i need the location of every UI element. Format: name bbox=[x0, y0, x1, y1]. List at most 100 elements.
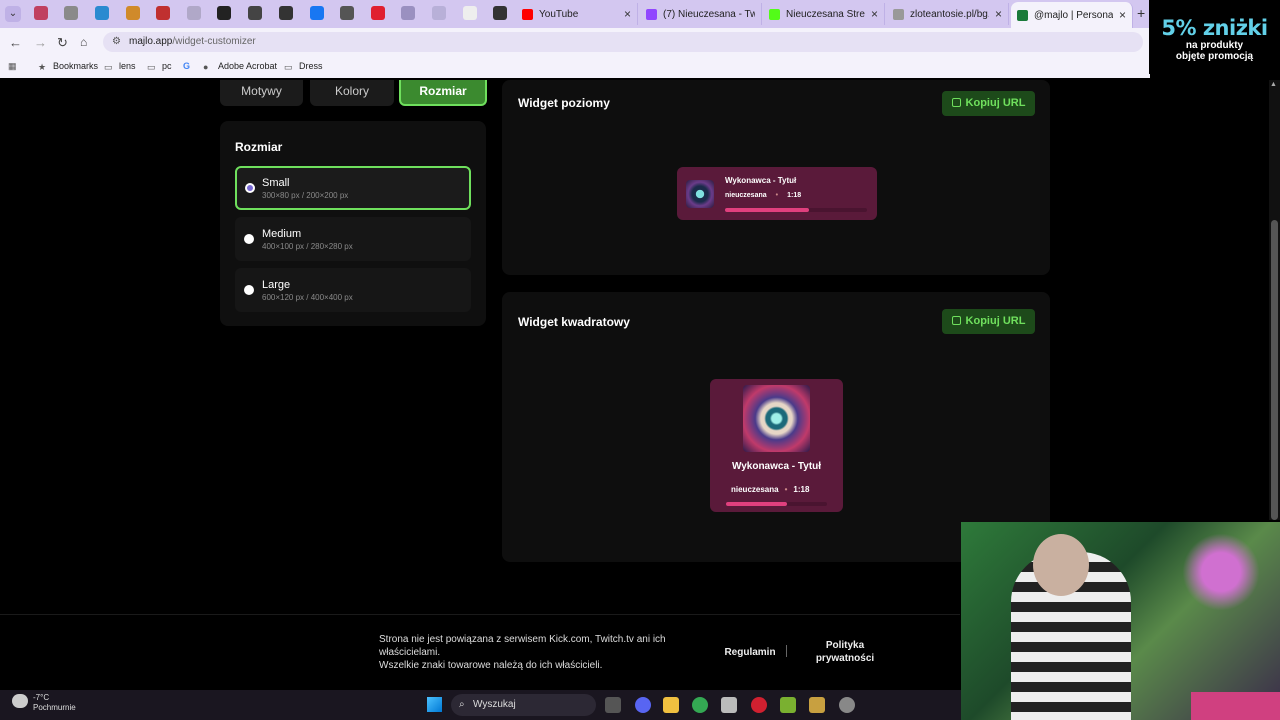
pinned-tab[interactable] bbox=[64, 6, 78, 20]
pinned-tab[interactable] bbox=[340, 6, 354, 20]
bookmark-item[interactable]: ▭ Dress bbox=[284, 61, 323, 72]
pinned-tab[interactable] bbox=[34, 6, 48, 20]
size-option-label: Medium bbox=[262, 228, 302, 240]
pinned-tab[interactable] bbox=[156, 6, 170, 20]
artist-name: nieuczesana bbox=[731, 485, 779, 494]
privacy-link-line: Polityka bbox=[825, 640, 865, 651]
close-tab-icon[interactable]: × bbox=[624, 7, 631, 21]
pinned-tab[interactable] bbox=[126, 6, 140, 20]
bookmark-item[interactable]: ● Adobe Acrobat bbox=[203, 61, 278, 72]
size-option-large[interactable]: Large 600×120 px / 400×400 px bbox=[235, 268, 471, 312]
square-widget-title: Widget kwadratowy bbox=[518, 315, 630, 329]
apps-grid-icon[interactable]: ▦ bbox=[8, 61, 23, 71]
size-option-dims: 400×100 px / 280×280 px bbox=[262, 242, 353, 251]
bookmark-label: Adobe Acrobat bbox=[218, 61, 278, 71]
reload-icon[interactable]: ↻ bbox=[57, 35, 68, 51]
promo-overlay: 5% zniżki na produkty objęte promocją bbox=[1149, 0, 1280, 74]
size-option-label: Small bbox=[262, 177, 290, 189]
discord-icon[interactable] bbox=[635, 697, 651, 713]
terms-link[interactable]: Regulamin bbox=[722, 646, 778, 659]
tab-rozmiar[interactable]: Rozmiar bbox=[399, 80, 487, 106]
pinned-tab[interactable] bbox=[493, 6, 507, 20]
track-time: 1:18 bbox=[787, 192, 802, 199]
site-info-icon[interactable]: ⚙ bbox=[112, 32, 121, 52]
streamer-head bbox=[1033, 534, 1089, 596]
page-scrollbar[interactable] bbox=[1269, 80, 1280, 520]
pinned-tab[interactable] bbox=[463, 6, 477, 20]
twitch-icon bbox=[646, 8, 657, 20]
scroll-up-icon[interactable]: ▲ bbox=[1270, 81, 1277, 88]
pinned-tab[interactable] bbox=[248, 6, 262, 20]
chrome-icon[interactable] bbox=[692, 697, 708, 713]
pinned-tab[interactable] bbox=[279, 6, 293, 20]
home-icon[interactable]: ⌂ bbox=[80, 35, 87, 49]
windows-start-icon[interactable] bbox=[427, 697, 442, 712]
pinned-tab[interactable] bbox=[187, 6, 201, 20]
separator-dot-icon: • bbox=[775, 192, 779, 199]
new-tab-button[interactable]: + bbox=[1137, 5, 1145, 21]
pinned-tab[interactable] bbox=[310, 6, 324, 20]
pinned-tab[interactable] bbox=[95, 6, 109, 20]
obs-icon[interactable] bbox=[839, 697, 855, 713]
tab-motywy[interactable]: Motywy bbox=[220, 80, 303, 106]
bookmark-item[interactable]: ★ Bookmarks bbox=[38, 61, 98, 72]
pinned-tab[interactable] bbox=[217, 6, 231, 20]
track-meta: nieuczesana • 1:18 bbox=[731, 485, 809, 494]
pinned-tab[interactable] bbox=[401, 6, 415, 20]
acrobat-icon: ● bbox=[203, 61, 209, 72]
tab-youtube[interactable]: YouTube × bbox=[516, 3, 638, 25]
pinned-tab[interactable] bbox=[432, 6, 446, 20]
star-icon: ★ bbox=[38, 61, 47, 72]
url-field[interactable]: ⚙ majlo.app/widget-customizer bbox=[103, 32, 1143, 52]
close-tab-icon[interactable]: × bbox=[1119, 8, 1126, 22]
forward-arrow-icon[interactable]: → bbox=[34, 35, 47, 50]
copy-url-button[interactable]: Kopiuj URL bbox=[942, 309, 1035, 334]
square-widget-preview: Wykonawca - Tytuł nieuczesana • 1:18 bbox=[710, 379, 843, 512]
pinned-tab[interactable] bbox=[371, 6, 385, 20]
radio-unselected[interactable] bbox=[244, 285, 254, 295]
progress-fill bbox=[725, 208, 809, 212]
size-option-medium[interactable]: Medium 400×100 px / 280×280 px bbox=[235, 217, 471, 261]
bookmark-item[interactable]: ▭ lens bbox=[104, 61, 136, 72]
tab-search-button[interactable]: ⌄ bbox=[5, 6, 21, 22]
search-icon: ⌕ bbox=[459, 699, 465, 710]
back-arrow-icon[interactable]: ← bbox=[9, 35, 22, 50]
url-path: /widget-customizer bbox=[172, 36, 256, 47]
tab-majlo-active[interactable]: @majlo | Personaliza × bbox=[1011, 2, 1133, 28]
scrollbar-thumb[interactable] bbox=[1271, 220, 1278, 520]
size-panel-title: Rozmiar bbox=[235, 140, 283, 154]
track-time: 1:18 bbox=[793, 485, 810, 494]
app-icon[interactable] bbox=[780, 697, 796, 713]
tab-kolory[interactable]: Kolory bbox=[310, 80, 394, 106]
bookmark-item[interactable]: ▭ pc bbox=[147, 61, 172, 72]
footer-separator bbox=[786, 645, 787, 657]
bookmark-label: Dress bbox=[299, 61, 323, 71]
privacy-link[interactable]: Polityka prywatności bbox=[810, 639, 880, 665]
size-option-dims: 300×80 px / 200×200 px bbox=[262, 191, 349, 200]
track-title: Wykonawca - Tytuł bbox=[725, 176, 797, 185]
bookmark-label: pc bbox=[162, 61, 172, 71]
copy-url-label: Kopiuj URL bbox=[965, 97, 1026, 109]
album-art bbox=[743, 385, 810, 452]
tab-kick[interactable]: Nieuczesana Stream × bbox=[763, 3, 885, 25]
file-explorer-icon[interactable] bbox=[663, 697, 679, 713]
close-tab-icon[interactable]: × bbox=[871, 7, 878, 21]
tab-zloteantosie[interactable]: zloteantosie.pl/bg.we × bbox=[887, 3, 1009, 25]
radio-unselected[interactable] bbox=[244, 234, 254, 244]
copy-url-button[interactable]: Kopiuj URL bbox=[942, 91, 1035, 116]
close-tab-icon[interactable]: × bbox=[995, 7, 1002, 21]
bookmark-item[interactable]: G bbox=[183, 61, 198, 71]
task-view-icon[interactable] bbox=[605, 697, 621, 713]
size-option-small[interactable]: Small 300×80 px / 200×200 px bbox=[235, 166, 471, 210]
horizontal-widget-title: Widget poziomy bbox=[518, 96, 610, 110]
tab-twitch[interactable]: (7) Nieuczesana - Twi bbox=[640, 3, 762, 25]
app-icon[interactable] bbox=[721, 697, 737, 713]
app-icon[interactable] bbox=[809, 697, 825, 713]
webcam-overlay bbox=[961, 522, 1280, 720]
app-icon[interactable] bbox=[751, 697, 767, 713]
disclaimer-line: Wszelkie znaki towarowe należą do ich wł… bbox=[379, 660, 603, 671]
radio-selected[interactable] bbox=[245, 183, 255, 193]
promo-line: na produkty bbox=[1185, 40, 1244, 51]
url-host: majlo.app bbox=[129, 36, 173, 47]
taskbar-search[interactable]: ⌕ Wyszukaj bbox=[451, 694, 596, 716]
